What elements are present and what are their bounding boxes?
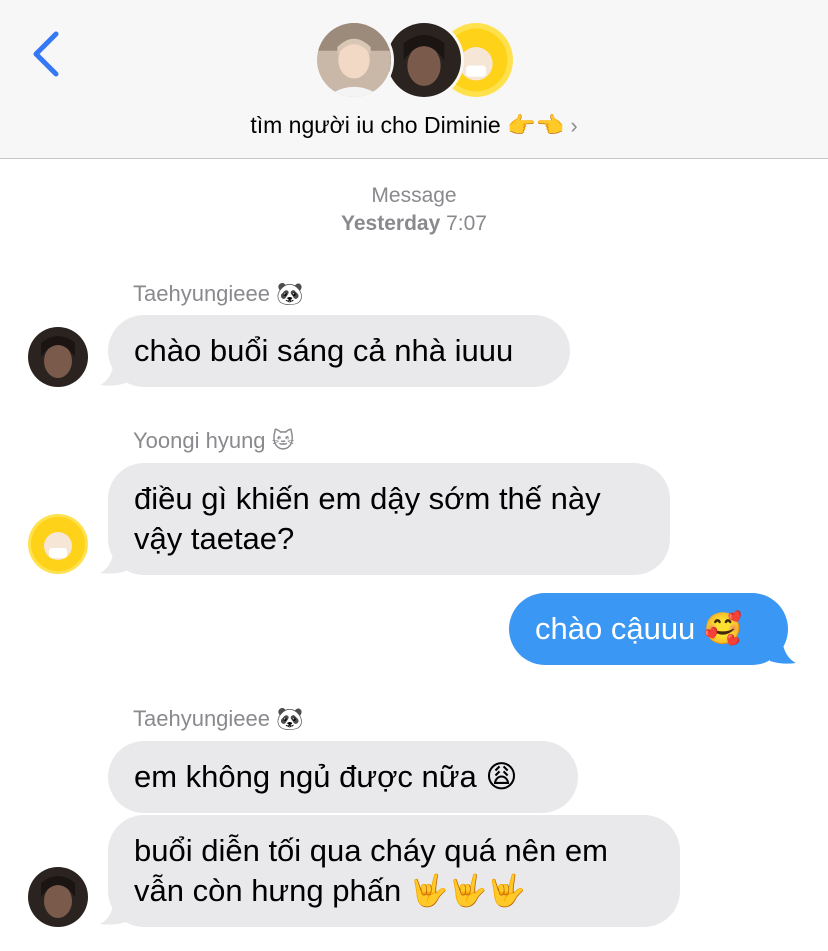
- chevron-right-icon: ›: [570, 113, 578, 138]
- avatar-yoongi[interactable]: [28, 514, 88, 574]
- avatar-jimin: [314, 20, 394, 100]
- message-text: chào cậuuu 🥰: [535, 611, 743, 646]
- message-bubble[interactable]: điều gì khiến em dậy sớm thế này vậy tae…: [108, 463, 670, 575]
- group-avatars[interactable]: [314, 20, 516, 102]
- chevron-left-icon: [33, 31, 59, 77]
- message-bubble[interactable]: chào buổi sáng cả nhà iuuu: [108, 315, 570, 387]
- sender-name: Taehyungieee 🐼: [133, 281, 304, 306]
- message-bubble-outgoing[interactable]: chào cậuuu 🥰: [509, 593, 788, 665]
- sender-name: Yoongi hyung 🐱: [133, 428, 295, 453]
- timestamp: Yesterday 7:07: [0, 212, 828, 236]
- back-button[interactable]: [28, 28, 68, 80]
- message-text: em không ngủ được nữa 😩: [134, 759, 518, 794]
- group-name-text: tìm người iu cho Diminie 👉👈: [250, 112, 565, 138]
- sender-name: Taehyungieee 🐼: [133, 706, 304, 731]
- message-text-line: điều gì khiến em dậy sớm thế này: [134, 481, 601, 516]
- avatar-taehyung[interactable]: [28, 327, 88, 387]
- message-service-label: Message: [371, 184, 457, 207]
- message-bubble[interactable]: em không ngủ được nữa 😩: [108, 741, 578, 813]
- message-bubble[interactable]: buổi diễn tối qua cháy quá nên em vẫn cò…: [108, 815, 680, 927]
- message-text: chào buổi sáng cả nhà iuuu: [134, 333, 514, 368]
- timestamp-time: 7:07: [446, 212, 487, 235]
- message-text-line: buổi diễn tối qua cháy quá nên em: [134, 833, 608, 868]
- timestamp-day: Yesterday: [341, 212, 441, 235]
- avatar-taehyung: [384, 20, 464, 100]
- message-text-line: vậy taetae?: [134, 521, 295, 556]
- conversation-header: tìm người iu cho Diminie 👉👈 ›: [0, 0, 828, 159]
- avatar-taehyung[interactable]: [28, 867, 88, 927]
- message-text-line: vẫn còn hưng phấn 🤟🤟🤟: [134, 873, 526, 908]
- group-title[interactable]: tìm người iu cho Diminie 👉👈 ›: [0, 112, 828, 139]
